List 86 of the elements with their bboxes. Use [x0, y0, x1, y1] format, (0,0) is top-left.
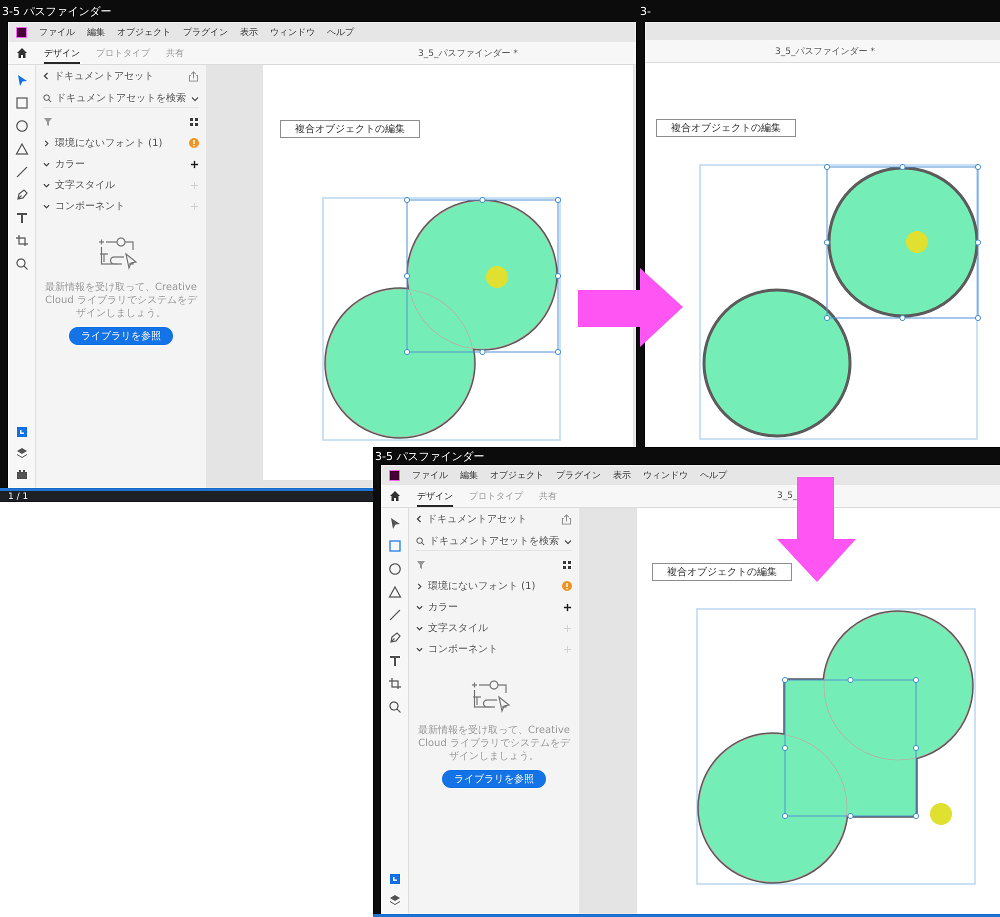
- canvas-label: 複合オブジェクトの編集: [656, 119, 796, 137]
- page-indicator: 1 / 1: [8, 492, 28, 502]
- warning-icon: [562, 581, 572, 591]
- plugins-panel-icon[interactable]: [16, 468, 28, 480]
- search-icon: [416, 537, 425, 546]
- menu-item[interactable]: 編集: [460, 468, 478, 482]
- chevron-down-icon[interactable]: [43, 160, 50, 168]
- export-icon[interactable]: [188, 70, 199, 82]
- grid-view-icon[interactable]: [562, 560, 572, 570]
- menu-item[interactable]: オブジェクト: [117, 26, 171, 38]
- panel-title: ドキュメントアセット: [427, 513, 527, 526]
- menu-item[interactable]: オブジェクト: [490, 468, 544, 482]
- section-label[interactable]: 環境にないフォント (1): [55, 136, 162, 150]
- menu-item[interactable]: 表示: [613, 468, 631, 482]
- search-field[interactable]: ドキュメントアセットを検索: [43, 90, 199, 108]
- filter-icon[interactable]: [416, 560, 426, 570]
- add-icon[interactable]: [190, 160, 199, 168]
- browse-libraries-button[interactable]: ライブラリを参照: [69, 327, 173, 345]
- browse-libraries-button[interactable]: ライブラリを参照: [442, 770, 546, 788]
- chevron-down-icon[interactable]: [416, 604, 423, 610]
- library-message: 最新情報を受け取って、Creative Cloud ライブラリでシステムをデザインしましょう。: [44, 281, 198, 320]
- chevron-down-icon[interactable]: [564, 538, 572, 544]
- menu-item[interactable]: ファイル: [412, 468, 448, 482]
- add-icon[interactable]: [563, 602, 572, 612]
- app-logo-icon: [16, 26, 27, 38]
- text-tool-icon[interactable]: [388, 654, 402, 668]
- menu-item[interactable]: ウィンドウ: [643, 468, 688, 482]
- rectangle-tool-icon[interactable]: [388, 539, 402, 553]
- library-message: 最新情報を受け取って、Creative Cloud ライブラリでシステムをデザインしましょう。: [417, 724, 572, 763]
- window-title: 3-5 パスファインダー: [375, 448, 484, 464]
- assets-panel-icon[interactable]: [388, 873, 400, 885]
- line-tool-icon[interactable]: [14, 165, 28, 179]
- menu-item[interactable]: プラグイン: [183, 26, 228, 38]
- document-title[interactable]: 3_5_パスファインダー *: [418, 46, 518, 60]
- text-tool-icon[interactable]: [14, 211, 28, 225]
- grid-view-icon[interactable]: [189, 117, 199, 127]
- canvas-label: 複合オブジェクトの編集: [652, 563, 792, 581]
- section-label[interactable]: 環境にないフォント (1): [428, 579, 536, 593]
- rectangle-tool-icon[interactable]: [14, 96, 28, 110]
- line-tool-icon[interactable]: [388, 608, 402, 622]
- menu-item[interactable]: ウィンドウ: [270, 26, 315, 38]
- polygon-tool-icon[interactable]: [14, 142, 28, 156]
- home-icon[interactable]: [16, 47, 28, 59]
- search-field[interactable]: ドキュメントアセットを検索: [416, 533, 572, 551]
- menu-item[interactable]: 表示: [240, 26, 258, 38]
- menu-item[interactable]: 編集: [87, 26, 105, 38]
- chevron-right-icon[interactable]: [43, 140, 50, 146]
- cursor-highlight: [486, 266, 508, 288]
- window-title: 3-5 パスファインダー: [2, 4, 112, 18]
- section-label[interactable]: カラー: [428, 600, 458, 614]
- document-title[interactable]: 3_5_パスファインダー *: [775, 44, 875, 58]
- menu-item[interactable]: ファイル: [39, 26, 75, 38]
- pen-tool-icon[interactable]: [388, 631, 402, 645]
- document-title[interactable]: 3_5_: [777, 491, 798, 501]
- app-logo-icon: [389, 470, 400, 480]
- warning-icon: [189, 138, 199, 148]
- chevron-right-icon[interactable]: [416, 582, 423, 590]
- ellipse-tool-icon[interactable]: [14, 119, 28, 133]
- layers-panel-icon[interactable]: [16, 447, 28, 459]
- zoom-tool-icon[interactable]: [388, 700, 402, 714]
- panel-title: ドキュメントアセット: [54, 70, 154, 83]
- filter-icon[interactable]: [43, 117, 53, 127]
- zoom-tool-icon[interactable]: [14, 257, 28, 271]
- chevron-down-icon[interactable]: [191, 96, 199, 102]
- back-chevron-icon[interactable]: [416, 515, 422, 523]
- layers-panel-icon[interactable]: [388, 894, 400, 906]
- cursor-highlight: [906, 231, 928, 253]
- cursor-highlight: [930, 803, 952, 825]
- window-title: 3-: [640, 4, 651, 18]
- polygon-tool-icon[interactable]: [388, 585, 402, 599]
- ellipse-tool-icon[interactable]: [388, 562, 402, 576]
- section-label[interactable]: カラー: [55, 157, 85, 171]
- menu-item[interactable]: ヘルプ: [700, 468, 727, 482]
- canvas-label: 複合オブジェクトの編集: [280, 120, 420, 138]
- search-icon: [43, 94, 52, 103]
- circle-shape[interactable]: [702, 288, 852, 438]
- export-icon[interactable]: [561, 514, 572, 524]
- menu-item[interactable]: プラグイン: [556, 468, 601, 482]
- artboard-tool-icon[interactable]: [14, 234, 28, 248]
- home-icon[interactable]: [389, 490, 401, 502]
- artboard-tool-icon[interactable]: [388, 677, 402, 691]
- selection-box[interactable]: [404, 197, 561, 355]
- back-chevron-icon[interactable]: [43, 72, 49, 80]
- assets-panel-icon[interactable]: [16, 426, 28, 438]
- pen-tool-icon[interactable]: [14, 188, 28, 202]
- menu-item[interactable]: ヘルプ: [327, 26, 354, 38]
